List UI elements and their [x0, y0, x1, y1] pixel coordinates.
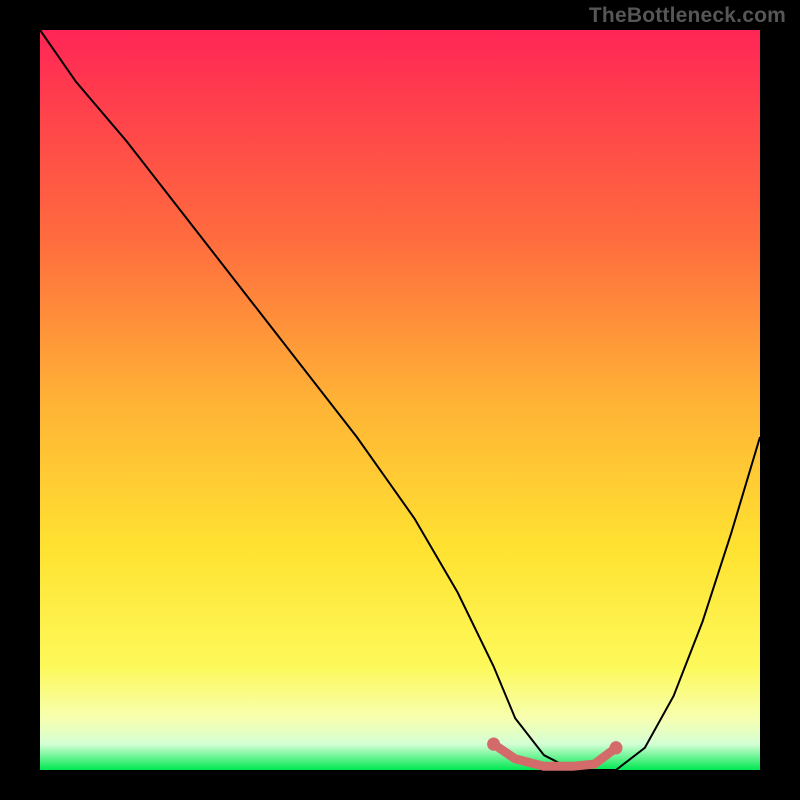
optimal-range-dot-right: [610, 741, 623, 754]
plot-area: [40, 30, 760, 770]
curve-layer: [40, 30, 760, 770]
optimal-range-path: [494, 744, 616, 766]
chart-frame: TheBottleneck.com: [0, 0, 800, 800]
watermark-text: TheBottleneck.com: [589, 4, 786, 28]
optimal-range-dot-left: [487, 737, 500, 750]
bottleneck-curve-path: [40, 30, 760, 770]
